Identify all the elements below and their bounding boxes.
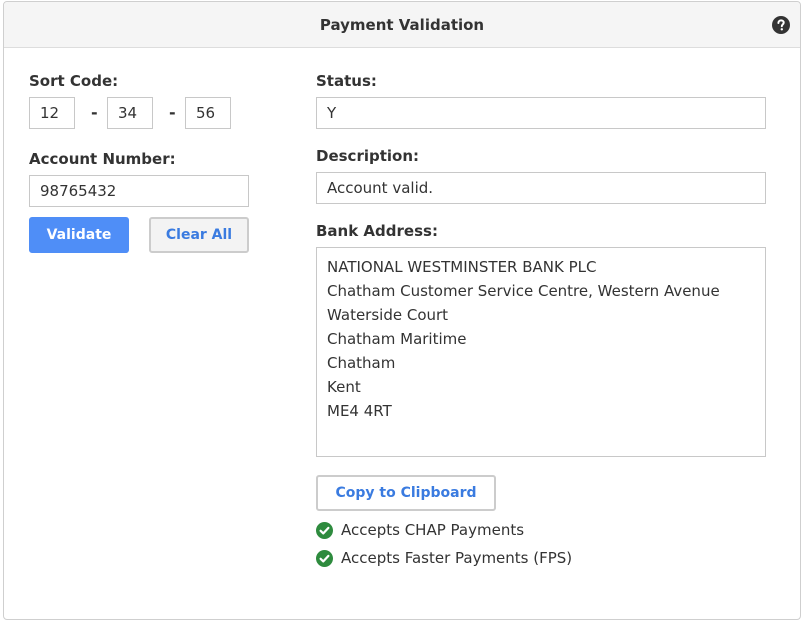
status-field[interactable] (316, 97, 766, 129)
sort-code-separator: - (169, 103, 176, 122)
feature-chap: Accepts CHAP Payments (316, 520, 524, 540)
feature-label: Accepts Faster Payments (FPS) (341, 549, 573, 567)
bank-address-line: Kent (327, 378, 361, 396)
description-field[interactable] (316, 172, 766, 204)
bank-address-field[interactable]: NATIONAL WESTMINSTER BANK PLC Chatham Cu… (316, 247, 766, 457)
account-number-input[interactable] (29, 175, 249, 207)
sort-code-part-2-input[interactable] (107, 97, 153, 129)
bank-address-line: Chatham Customer Service Centre, Western… (327, 282, 720, 300)
feature-label: Accepts CHAP Payments (341, 521, 525, 539)
check-circle-icon (316, 521, 333, 539)
sort-code-part-3-input[interactable] (185, 97, 231, 129)
bank-address-line: Waterside Court (327, 306, 449, 324)
payment-validation-panel: Payment Validation Sort Code: - - Accoun… (3, 1, 801, 620)
bank-address-line: NATIONAL WESTMINSTER BANK PLC (327, 258, 597, 276)
clear-all-button[interactable]: Clear All (149, 217, 249, 253)
panel-title: Payment Validation (319, 16, 485, 34)
bank-address-line: ME4 4RT (327, 402, 392, 420)
sort-code-label: Sort Code: (29, 72, 119, 90)
check-circle-icon (316, 549, 333, 567)
copy-to-clipboard-button[interactable]: Copy to Clipboard (316, 475, 496, 511)
sort-code-part-1-input[interactable] (29, 97, 75, 129)
bank-address-line: Chatham Maritime (327, 330, 467, 348)
bank-address-label: Bank Address: (316, 222, 438, 240)
bank-address-line: Chatham (327, 354, 396, 372)
validate-button[interactable]: Validate (29, 217, 129, 253)
status-label: Status: (316, 72, 377, 90)
feature-fps: Accepts Faster Payments (FPS) (316, 548, 572, 568)
description-label: Description: (316, 147, 420, 165)
panel-header: Payment Validation (4, 2, 800, 48)
sort-code-separator: - (91, 103, 98, 122)
question-circle-icon[interactable] (772, 16, 790, 34)
account-number-label: Account Number: (29, 150, 176, 168)
